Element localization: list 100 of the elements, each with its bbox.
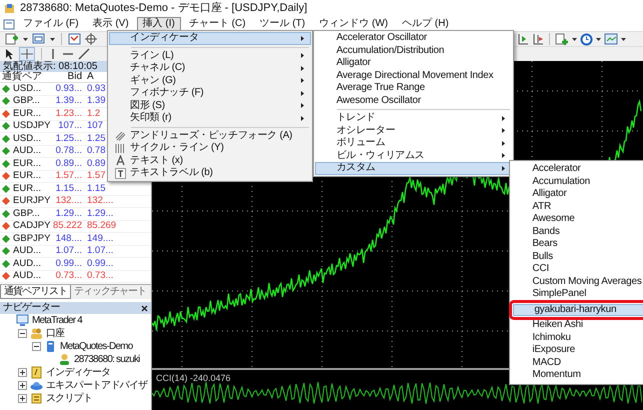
menu-item[interactable]: 図形 (S): [109, 100, 312, 112]
column-header[interactable]: Bid: [48, 71, 84, 83]
bid-cell-text: 1.39...: [54, 95, 83, 108]
bid-cell-text: 1.57...: [54, 170, 83, 182]
menu-item[interactable]: Accelerator Oscillator: [315, 32, 512, 44]
window-title: 28738680: MetaQuotes-Demo - デモ口座 - [USDJPY,Daily]: [20, 2, 308, 15]
ask-cell-text: 1.29...: [86, 208, 114, 220]
menu-item[interactable]: Alligator: [315, 57, 512, 70]
menu-item[interactable]: ヘルプ (H): [396, 17, 455, 31]
bid-cell-text: 132....: [54, 195, 83, 208]
bid-cell-text: 1.25...: [54, 132, 83, 145]
ask-cell-text: 0.73...: [86, 270, 114, 282]
bid-cell-text: 0.89...: [54, 158, 83, 170]
market-watch-title: 気配値表示: 08:10:05: [3, 60, 98, 72]
ask-cell-text: 0.89: [86, 158, 106, 170]
symbol-cell: CADJPY: [13, 220, 50, 232]
menu-item[interactable]: Bulls: [511, 250, 643, 263]
column-header[interactable]: 通貨ペア: [0, 71, 48, 83]
menu-item[interactable]: Heiken Ashi: [511, 319, 643, 332]
menu-item[interactable]: テキストラベル (b): [109, 167, 312, 180]
indicator-label: CCI(14) -240.0476: [156, 372, 231, 384]
bid-cell-text: 85.222: [52, 220, 83, 232]
menu-item[interactable]: ビル・ウィリアムス: [315, 150, 512, 162]
symbol-cell: EUR...: [13, 158, 41, 170]
tree-item[interactable]: MetaQuotes-Demo: [60, 340, 132, 352]
ask-cell-text: 107: [86, 120, 103, 132]
menu-item[interactable]: SimplePanel: [511, 288, 643, 300]
menu-item[interactable]: iExposure: [511, 344, 643, 356]
ask-cell-text: 1.15: [86, 182, 106, 195]
bid-cell-text: 1.23...: [54, 108, 83, 120]
menu-item[interactable]: Custom Moving Averages: [511, 276, 643, 288]
menu-item[interactable]: Accumulation/Distribution: [315, 44, 512, 57]
menu-item[interactable]: Accelerator: [511, 163, 643, 176]
menu-item[interactable]: CCI: [511, 263, 643, 276]
symbol-cell: EURJPY: [13, 195, 50, 208]
menu-item[interactable]: Accumulation: [511, 176, 643, 188]
menu-item[interactable]: Average True Range: [315, 82, 512, 94]
menu-item[interactable]: アンドリューズ・ピッチフォーク (A): [109, 130, 312, 142]
symbol-cell: GBP...: [13, 208, 40, 220]
symbol-cell: USDJPY: [13, 120, 50, 132]
menu-item[interactable]: Momentum: [511, 369, 643, 382]
menu-item[interactable]: Bands: [511, 226, 643, 238]
menu-item[interactable]: Average Directional Movement Index: [315, 70, 512, 82]
menu-item[interactable]: 矢印類 (r): [109, 112, 312, 124]
bid-cell-text: 1.07...: [54, 245, 83, 258]
menu-item[interactable]: ライン (L): [109, 50, 312, 62]
tree-item[interactable]: MetaTrader 4: [32, 314, 82, 326]
menu-item[interactable]: ツール (T): [254, 17, 312, 31]
ask-cell-text: 0.93: [86, 82, 106, 95]
ask-cell-text: 149....: [86, 232, 114, 245]
menu-item[interactable]: チャート (C): [182, 17, 252, 31]
navigator-title: ナビゲーター: [3, 302, 60, 314]
menu-item[interactable]: テキスト (x): [109, 154, 312, 167]
tab[interactable]: ティックチャート: [71, 285, 149, 299]
column-header[interactable]: A: [84, 71, 94, 83]
menu-item[interactable]: Awesome Oscillator: [315, 94, 512, 107]
tree-item[interactable]: エキスパートアドバイザ: [46, 380, 148, 392]
bid-cell-text: 0.78...: [54, 145, 83, 158]
menu-item[interactable]: チャネル (C): [109, 62, 312, 74]
ask-cell-text: 1.57: [86, 170, 106, 182]
tree-item[interactable]: 28738680: suzuki: [74, 354, 140, 366]
menu-item[interactable]: Alligator: [511, 188, 643, 200]
ask-cell-text: 0.99...: [86, 258, 114, 270]
menu-item[interactable]: Bears: [511, 238, 643, 250]
symbol-cell: EUR...: [13, 108, 41, 120]
menu-item[interactable]: ATR: [511, 200, 643, 213]
menu-item[interactable]: オシレーター: [315, 124, 512, 137]
menu-item[interactable]: サイクル・ライン (Y): [109, 142, 312, 154]
symbol-cell: GBPJPY: [13, 232, 50, 245]
bid-cell-text: 1.29...: [54, 208, 83, 220]
symbol-cell: EUR...: [13, 182, 41, 195]
menu-item[interactable]: ボリューム: [315, 137, 512, 150]
menu-item[interactable]: フィボナッチ (F): [109, 87, 312, 100]
menu-item[interactable]: ウィンドウ (W): [313, 17, 394, 31]
menu-item[interactable]: 挿入 (I): [136, 17, 181, 31]
symbol-cell: GBP...: [13, 95, 40, 108]
menu-item[interactable]: 表示 (V): [86, 17, 135, 31]
bid-cell-text: 0.73...: [54, 270, 83, 282]
ask-cell-text: 132....: [86, 195, 114, 208]
menu-item[interactable]: Awesome: [511, 213, 643, 226]
menu-item[interactable]: MACD: [511, 356, 643, 369]
ask-cell-text: 85.269: [86, 220, 116, 232]
menu-item[interactable]: Ichimoku: [511, 332, 643, 344]
tree-item[interactable]: スクリプト: [46, 392, 92, 404]
tree-item[interactable]: 口座: [46, 328, 64, 340]
menu-item[interactable]: ファイル (F): [17, 17, 85, 31]
tab[interactable]: 通貨ペアリスト: [0, 285, 71, 299]
menu-item[interactable]: インディケータ: [109, 32, 312, 44]
tree-item[interactable]: インディケータ: [46, 366, 110, 378]
menu-item[interactable]: ギャン (G): [109, 74, 312, 87]
ask-cell-text: 1.07...: [86, 245, 114, 258]
symbol-cell: AUD...: [13, 145, 41, 158]
bid-cell-text: 107...: [57, 120, 83, 132]
ask-cell-text: 0.78: [86, 145, 106, 158]
symbol-cell: AUD...: [13, 258, 41, 270]
ask-cell-text: 1.39: [86, 95, 106, 108]
menu-item[interactable]: トレンド: [315, 112, 512, 124]
ask-cell-text: 1.25: [86, 132, 106, 145]
ask-cell-text: 1.2: [86, 108, 100, 120]
bid-cell-text: 0.99...: [54, 258, 83, 270]
